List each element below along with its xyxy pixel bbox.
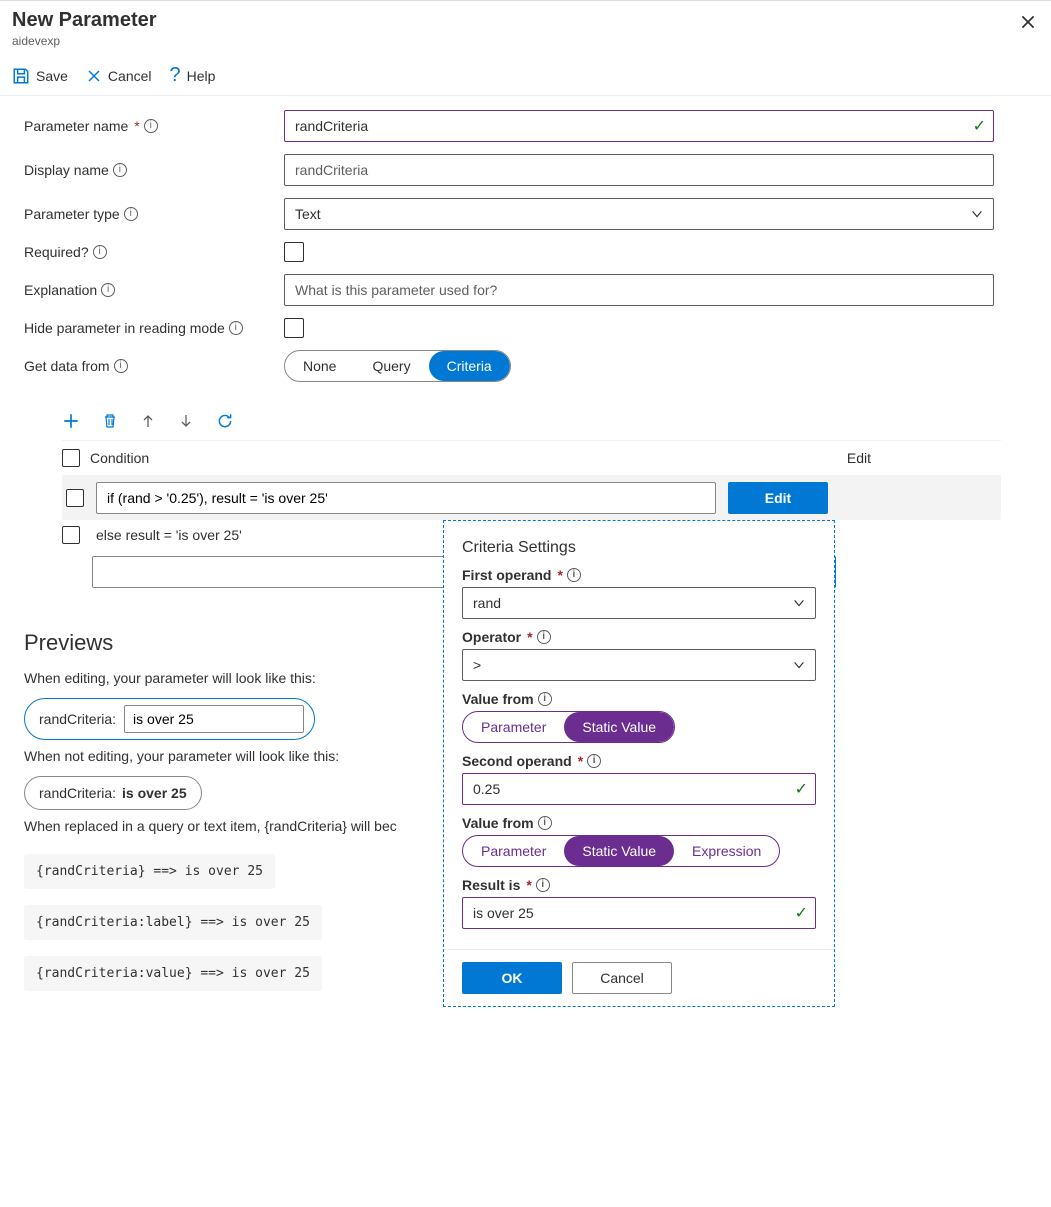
info-icon[interactable]: i [536, 878, 550, 892]
info-icon[interactable]: i [538, 816, 552, 830]
info-icon[interactable]: i [114, 359, 128, 373]
value-from-label-2: Value from i [462, 815, 816, 831]
preview-editing-pill: randCriteria: [24, 698, 315, 740]
info-icon[interactable]: i [101, 283, 115, 297]
save-icon [12, 67, 30, 85]
preview-static-label: randCriteria: [39, 785, 116, 801]
delete-button[interactable] [102, 412, 118, 430]
getdata-pillgroup: None Query Criteria [284, 350, 511, 382]
code-example-3: {randCriteria:value} ==> is over 25 [24, 956, 322, 991]
preview-static-pill: randCriteria: is over 25 [24, 776, 202, 810]
code-example-2: {randCriteria:label} ==> is over 25 [24, 905, 322, 940]
close-button[interactable] [1011, 9, 1045, 35]
select-all-checkbox[interactable] [62, 449, 80, 467]
help-icon: ? [170, 64, 181, 87]
edit-button[interactable]: Edit [728, 482, 828, 514]
second-operand-input[interactable] [462, 773, 816, 805]
value-from-label-1: Value from i [462, 691, 816, 707]
criteria-toolbar [24, 394, 1031, 440]
move-down-button[interactable] [178, 412, 194, 430]
move-up-button[interactable] [140, 412, 156, 430]
value-from-pillgroup-2: Parameter Static Value Expression [462, 835, 780, 867]
hide-label: Hide parameter in reading mode i [24, 320, 284, 336]
vf2-expression[interactable]: Expression [674, 836, 779, 866]
page-title: New Parameter [12, 9, 157, 32]
code-example-1: {randCriteria} ==> is over 25 [24, 854, 275, 889]
required-label: Required? i [24, 244, 284, 260]
cancel-button[interactable]: Cancel [86, 64, 152, 87]
param-type-label: Parameter type i [24, 206, 284, 222]
first-operand-label: First operand* i [462, 567, 816, 583]
result-input[interactable] [462, 897, 816, 929]
popup-title: Criteria Settings [462, 539, 816, 557]
info-icon[interactable]: i [537, 630, 551, 644]
criteria-row: Edit [62, 476, 1001, 520]
value-from-pillgroup-1: Parameter Static Value [462, 711, 675, 743]
getdata-label: Get data from i [24, 358, 284, 374]
cancel-label: Cancel [108, 68, 152, 84]
vf1-parameter[interactable]: Parameter [463, 712, 564, 742]
info-icon[interactable]: i [144, 119, 158, 133]
info-icon[interactable]: i [587, 754, 601, 768]
explanation-input[interactable] [284, 274, 994, 306]
condition-text: else result = 'is over 25' [92, 527, 242, 543]
info-icon[interactable]: i [538, 692, 552, 706]
info-icon[interactable]: i [567, 568, 581, 582]
info-icon[interactable]: i [93, 245, 107, 259]
help-label: Help [187, 68, 216, 84]
row-checkbox[interactable] [66, 489, 84, 507]
preview-static-value: is over 25 [122, 785, 187, 801]
info-icon[interactable]: i [229, 321, 243, 335]
explanation-label: Explanation i [24, 282, 284, 298]
row-checkbox[interactable] [62, 526, 80, 544]
header-bar: New Parameter aidevexp Save Cancel [0, 0, 1051, 96]
operator-select[interactable]: > [462, 649, 816, 681]
page-subtitle: aidevexp [12, 34, 157, 48]
param-name-input[interactable] [284, 110, 994, 142]
condition-input[interactable] [96, 482, 716, 514]
vf1-static[interactable]: Static Value [564, 712, 674, 742]
ok-button[interactable]: OK [462, 962, 562, 994]
add-button[interactable] [62, 412, 80, 430]
display-name-label: Display name i [24, 162, 284, 178]
param-name-label: Parameter name* i [24, 118, 284, 134]
hide-checkbox[interactable] [284, 318, 304, 338]
getdata-none[interactable]: None [285, 351, 354, 381]
help-button[interactable]: ? Help [170, 64, 216, 87]
refresh-button[interactable] [216, 412, 234, 430]
column-edit: Edit [847, 450, 1001, 466]
getdata-criteria[interactable]: Criteria [429, 351, 510, 381]
column-condition: Condition [90, 450, 149, 466]
vf2-parameter[interactable]: Parameter [463, 836, 564, 866]
operator-label: Operator* i [462, 629, 816, 645]
save-label: Save [36, 68, 68, 84]
first-operand-select[interactable]: rand [462, 587, 816, 619]
second-operand-label: Second operand* i [462, 753, 816, 769]
preview-pill-label: randCriteria: [39, 711, 116, 727]
cancel-popup-button[interactable]: Cancel [572, 962, 672, 994]
info-icon[interactable]: i [124, 207, 138, 221]
cancel-icon [86, 68, 102, 84]
preview-pill-input[interactable] [124, 705, 304, 733]
criteria-settings-popup: Criteria Settings First operand* i rand … [443, 520, 835, 1007]
param-type-select[interactable]: Text [284, 198, 994, 230]
getdata-query[interactable]: Query [354, 351, 428, 381]
result-label: Result is* i [462, 877, 816, 893]
save-button[interactable]: Save [12, 64, 68, 87]
required-checkbox[interactable] [284, 242, 304, 262]
info-icon[interactable]: i [113, 163, 127, 177]
vf2-static[interactable]: Static Value [564, 836, 674, 866]
display-name-input[interactable] [284, 154, 994, 186]
